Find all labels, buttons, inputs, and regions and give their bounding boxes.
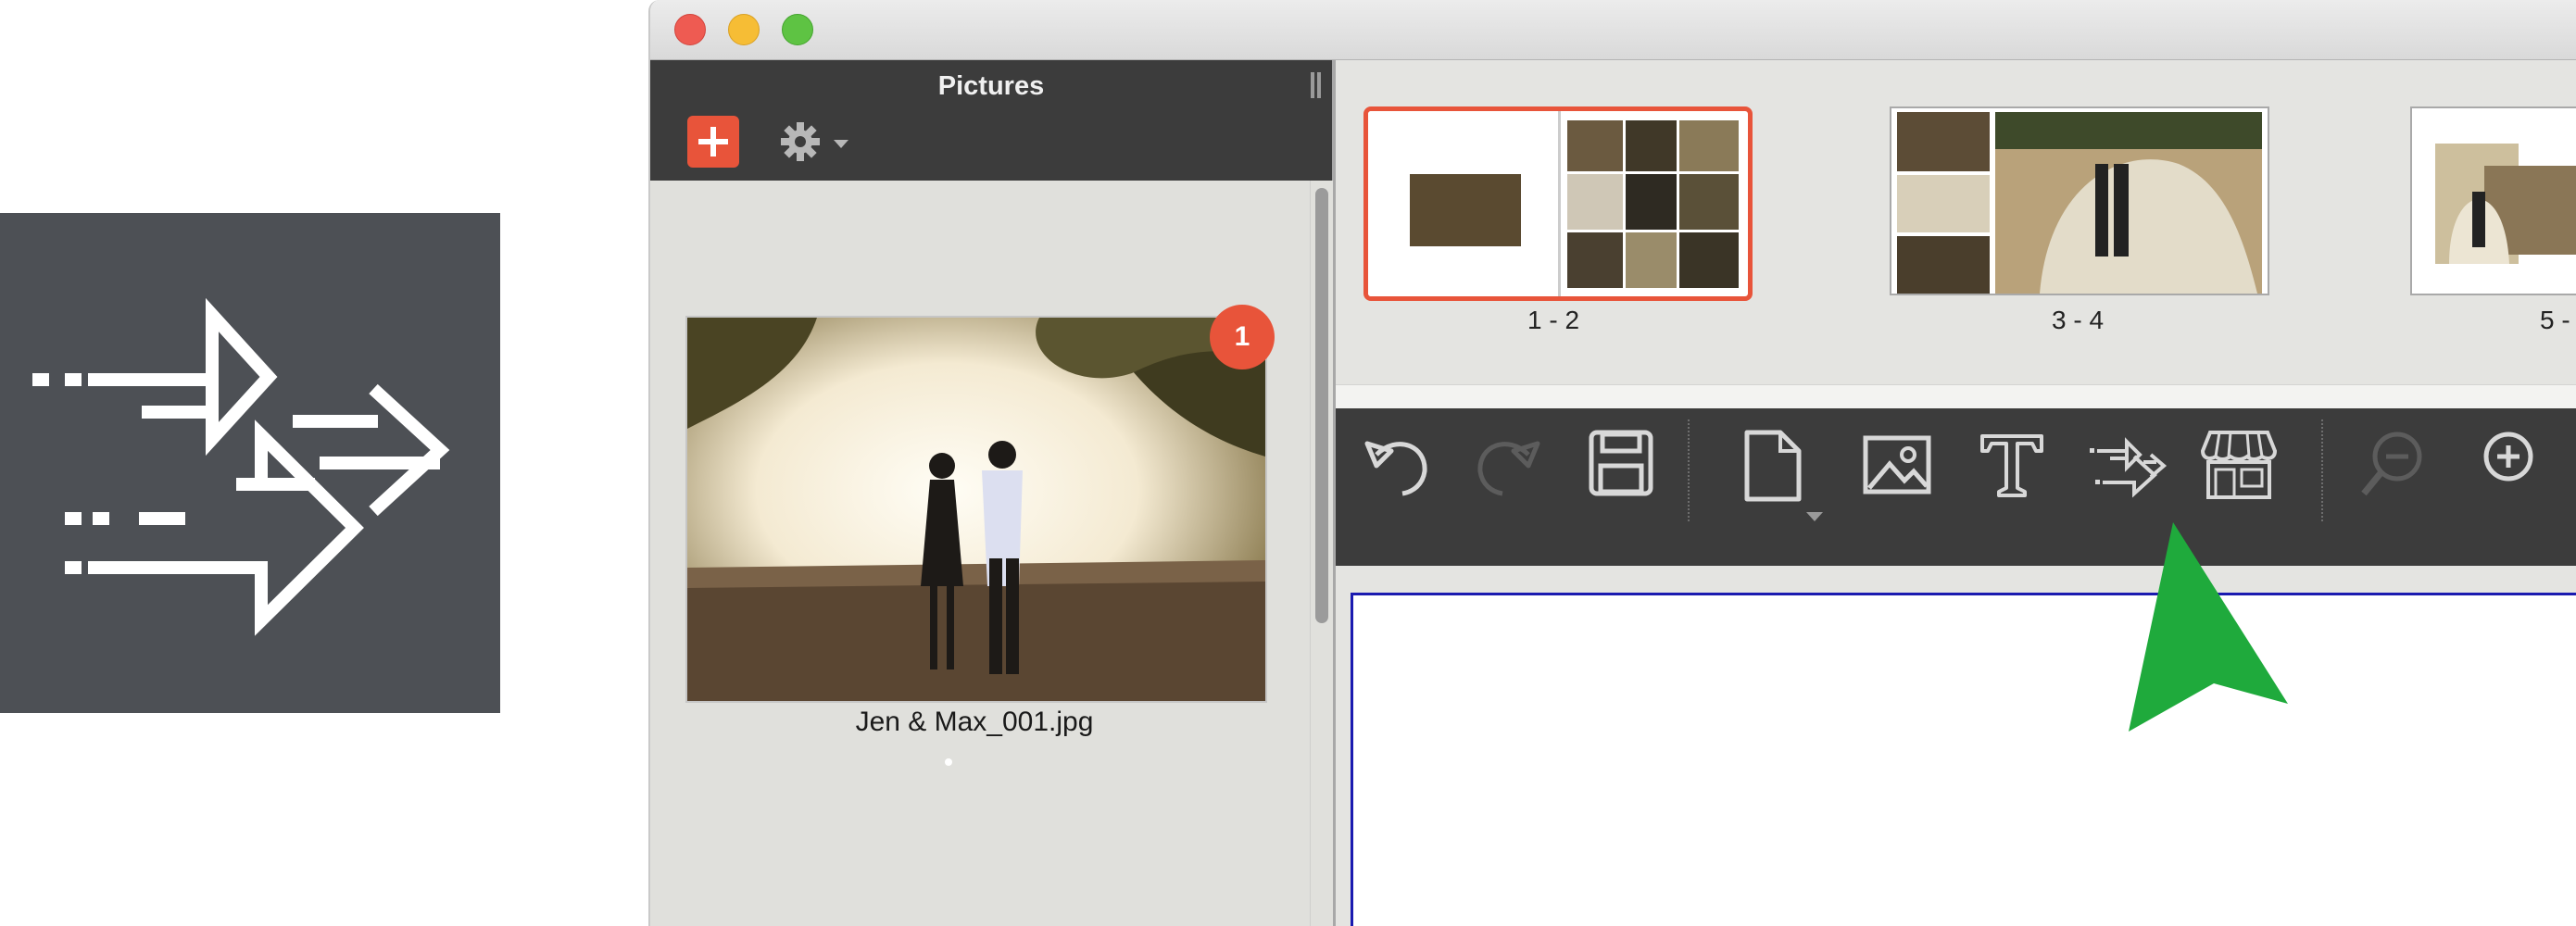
add-picture-button[interactable]: [687, 116, 739, 168]
sidebar-title: Pictures: [937, 71, 1045, 101]
zoom-in-icon[interactable]: [2466, 427, 2540, 501]
minimize-window-button[interactable]: [728, 14, 760, 45]
store-icon[interactable]: [2197, 427, 2281, 501]
spread-thumbnail[interactable]: [2410, 106, 2576, 295]
sidebar-header: Pictures: [650, 60, 1332, 181]
title-bar: [650, 0, 2576, 60]
plus-icon: [698, 127, 728, 156]
save-icon[interactable]: [1584, 427, 1658, 501]
gear-icon: [781, 122, 848, 161]
toolbar-separator: [1688, 419, 1690, 521]
spread-thumbnail[interactable]: [1363, 106, 1753, 301]
zoom-out-icon[interactable]: [2355, 427, 2429, 501]
page-canvas[interactable]: [1351, 593, 2576, 926]
spread-label: 1 - 2: [1527, 306, 1580, 334]
pictures-sidebar: Pictures 1 Jen & Max_001.jpg: [650, 60, 1336, 926]
photo-usage-badge: 1: [1210, 305, 1275, 369]
scrollbar-thumb[interactable]: [1315, 188, 1328, 623]
undo-icon[interactable]: [1360, 427, 1434, 501]
strip-divider: [1336, 384, 2576, 409]
spread-label: 5 - 6: [2540, 306, 2576, 334]
spread-strip: 1 - 2 3 - 4 5 -: [1336, 60, 2576, 384]
image-icon[interactable]: [1860, 427, 1934, 501]
page-icon[interactable]: [1734, 427, 1836, 521]
send-feature-icon: [0, 213, 500, 713]
text-icon[interactable]: [1975, 427, 2049, 501]
resize-grip-icon[interactable]: [1310, 71, 1323, 99]
zoom-window-button[interactable]: [782, 14, 813, 45]
spread-thumbnail[interactable]: [1890, 106, 2269, 295]
close-window-button[interactable]: [674, 14, 706, 45]
photo-indicator-dot: [945, 758, 952, 766]
redo-icon[interactable]: [1471, 427, 1545, 501]
editor-toolbar: [1336, 408, 2576, 566]
sidebar-scrollbar[interactable]: [1310, 181, 1333, 926]
photo-filename: Jen & Max_001.jpg: [855, 707, 1094, 737]
toolbar-separator: [2321, 419, 2323, 521]
photo-thumbnail[interactable]: [685, 316, 1267, 703]
pointer-arrow-icon: [2121, 519, 2306, 741]
settings-menu-button[interactable]: [774, 116, 858, 168]
app-window: Pictures 1 Jen & Max_001.jpg 1 - 2 3 - 4…: [648, 0, 2576, 926]
spread-label: 3 - 4: [2051, 306, 2105, 334]
send-icon[interactable]: [2086, 427, 2169, 501]
